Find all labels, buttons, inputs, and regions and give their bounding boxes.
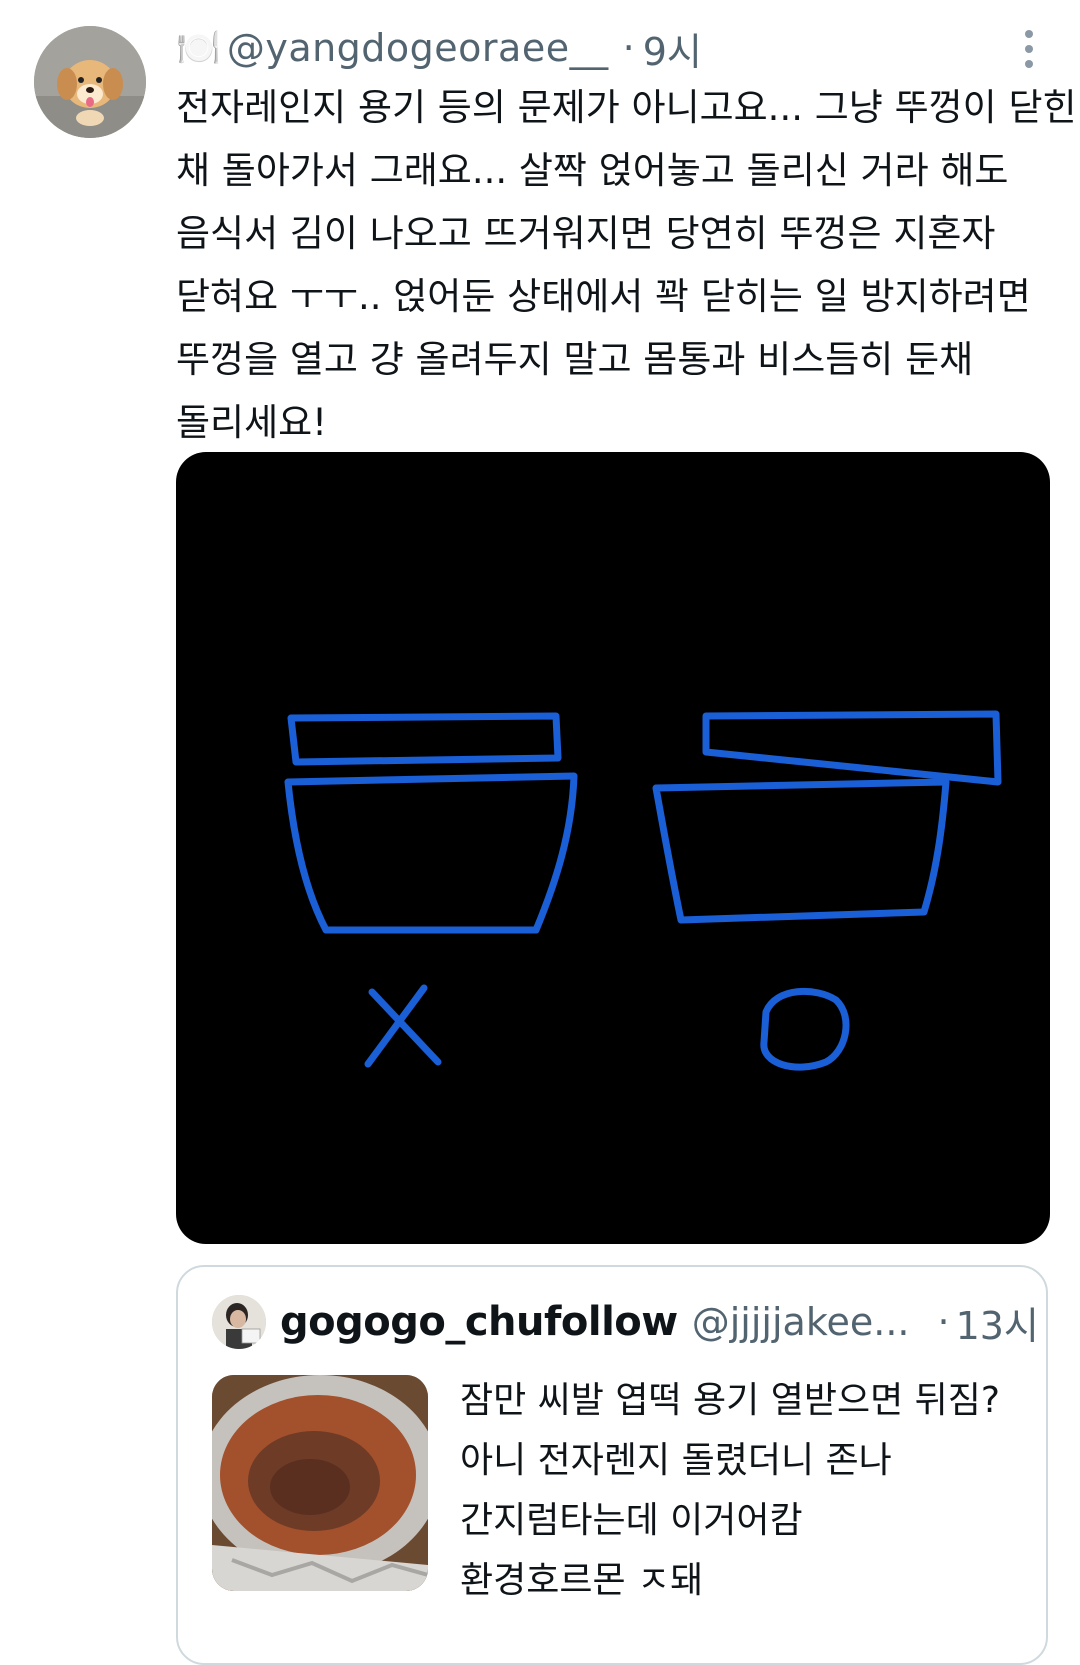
tweet-media-image[interactable] [176,452,1050,1244]
tweet-timestamp[interactable]: 9시 [643,21,702,76]
quoted-tweet[interactable]: gogogo_chufollow @jjjjjakee... · 13시 잠만 … [176,1265,1048,1665]
tweet-text-line: 음식서 김이 나오고 뜨거워지면 당연히 뚜껑은 지혼자 [176,212,996,255]
plate-emoji-icon: 🍽️ [176,28,221,69]
drawing-body-left [284,772,578,934]
quoted-text: 잠만 씨발 엽떡 용기 열받으면 뒤짐? 아니 전자렌지 돌렸더니 존나 간지럼… [460,1371,1030,1611]
drawing-body-right [652,778,950,924]
separator-dot: · [937,1300,950,1344]
tweet-text-line: 전자레인지 용기 등의 문제가 아니고요... 그냥 뚜껑이 닫힌 [176,86,1077,129]
tweet-text: 전자레인지 용기 등의 문제가 아니고요... 그냥 뚜껑이 닫힌 채 돌아가서… [176,76,1077,454]
quoted-text-line: 잠만 씨발 엽떡 용기 열받으면 뒤짐? [460,1380,1001,1421]
quoted-text-line: 간지럼타는데 이거어캄 [460,1500,803,1541]
drawing-lid-closed [287,712,562,766]
quoted-display-name[interactable]: gogogo_chufollow [280,1299,678,1345]
quoted-timestamp[interactable]: 13시 [956,1295,1039,1350]
drawing-o-mark [760,987,850,1071]
tweet-text-line: 뚜껑을 열고 걍 올려두지 말고 몸통과 비스듬히 둔채 [176,338,974,381]
puppy-avatar-image [34,26,146,138]
author-avatar[interactable] [34,26,146,138]
quoted-text-line: 아니 전자렌지 돌렸더니 존나 [460,1440,892,1481]
drawing-x-stroke [368,988,442,1066]
quoted-author-avatar[interactable] [212,1295,266,1349]
author-handle[interactable]: @yangdogeoraee__ [227,26,609,70]
quoted-text-line: 환경호르몬 ㅈ돼 [460,1560,704,1601]
quoted-handle[interactable]: @jjjjjakee... [692,1300,910,1344]
drawing-lid-tilted [702,710,1002,786]
tweet-text-line: 채 돌아가서 그래요... 살짝 얹어놓고 돌리신 거라 해도 [176,149,1009,192]
tweet-header: 🍽️ @yangdogeoraee__ · 9시 [176,22,702,74]
tweet-text-line: 돌리세요! [176,401,327,444]
tweet-text-line: 닫혀요 ㅜㅜ.. 얹어둔 상태에서 꽉 닫히는 일 방지하려면 [176,275,1031,318]
quoted-header: gogogo_chufollow @jjjjjakee... · 13시 [280,1293,1039,1351]
quoted-thumbnail-image[interactable] [212,1375,428,1591]
separator-dot: · [622,26,635,70]
container-lid-drawing [284,710,1002,1071]
more-vertical-icon[interactable] [1018,28,1040,70]
